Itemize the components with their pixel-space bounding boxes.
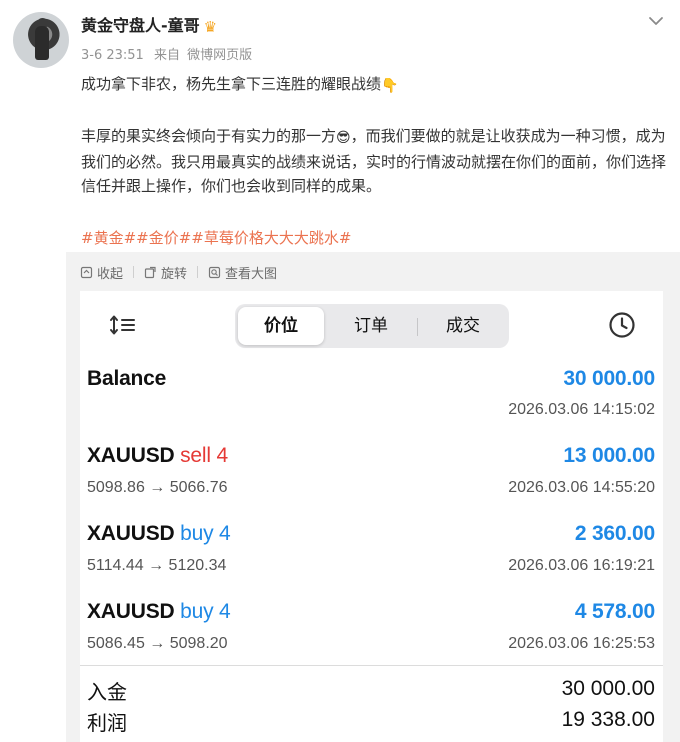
deal-symbol: XAUUSD [87,600,175,623]
author-name-text[interactable]: 黄金守盘人-童哥 [81,16,200,35]
deal-prices: 5098.86 → 5066.76 [87,479,228,496]
hashtag-list: #黄金##金价##草莓价格大大大跳水# [81,227,351,248]
deal-time: 2026.03.06 16:25:53 [508,635,655,652]
deal-profit: 2 360.00 [574,522,655,545]
tab-deals[interactable]: 成交 [419,307,507,345]
deal-row-1-title[interactable]: XAUUSD sell 4 [87,444,228,468]
view-large-label: 查看大图 [225,266,278,282]
deal-profit: 13 000.00 [563,444,655,467]
post-paragraph-2: 丰厚的果实终会倾向于有实力的那一方😎，而我们要做的就是让收获成为一种习惯，成为我… [81,124,669,198]
deal-row-2-title[interactable]: XAUUSD buy 4 [87,522,231,546]
view-large-image-button[interactable]: 查看大图 [208,263,277,282]
sort-icon[interactable] [109,314,137,336]
avatar-figure-body [35,26,49,60]
deal-prices: 5114.44 → 5120.34 [87,557,227,574]
collapse-label: 收起 [97,266,124,282]
deal-side-buy: buy 4 [180,600,231,623]
balance-label: Balance [87,367,167,390]
rotate-image-button[interactable]: 旋转 [144,263,187,282]
deal-symbol: XAUUSD [87,444,175,467]
toolbar-separator [133,266,135,278]
post-line-1-text: 成功拿下非农，杨先生拿下三连胜的耀眼战绩 [81,75,382,93]
balance-time: 2026.03.06 14:15:02 [508,401,655,418]
post-date[interactable]: 3-6 23:51 [81,48,144,63]
tab-orders[interactable]: 订单 [327,307,415,345]
author-name[interactable]: 黄金守盘人-童哥 ♛ [81,12,217,36]
rotate-label: 旋转 [161,266,188,282]
image-toolbar: 收起 旋转 查看大图 [80,262,277,282]
post-meta: 3-6 23:51 来自 微博网页版 [81,44,252,63]
deposit-value: 30 000.00 [561,677,655,700]
toolbar-separator [197,266,199,278]
post-header: 黄金守盘人-童哥 ♛ 3-6 23:51 来自 微博网页版 [0,0,680,70]
sunglasses-emoji-icon: 😎 [336,130,351,146]
clock-icon[interactable] [608,311,636,339]
deal-time: 2026.03.06 14:55:20 [508,479,655,496]
crown-icon: ♛ [203,18,218,36]
avatar[interactable] [13,12,69,68]
deal-side-sell: sell 4 [180,444,228,467]
deal-profit: 4 578.00 [574,600,655,623]
tab-price[interactable]: 价位 [238,307,324,345]
collapse-image-button[interactable]: 收起 [80,263,123,282]
profit-value: 19 338.00 [561,708,655,731]
deal-prices: 5086.45 → 5098.20 [87,635,228,652]
zoom-in-icon [208,266,221,278]
post-line-1: 成功拿下非农，杨先生拿下三连胜的耀眼战绩👇 [81,72,669,98]
rotate-icon [144,266,156,278]
profit-label: 利润 [87,711,127,735]
deposit-label: 入金 [87,680,127,704]
post-source[interactable]: 微博网页版 [187,48,252,63]
more-options-chevron-icon[interactable] [645,10,667,32]
pointing-down-emoji-icon: 👇 [381,78,399,94]
collapse-icon [80,266,93,278]
deal-symbol: XAUUSD [87,522,175,545]
segment-divider [417,318,418,336]
trade-history-screenshot: 价位 订单 成交 Balance 30 000.00 2026.03.06 14… [80,291,663,742]
balance-amount: 30 000.00 [563,367,655,390]
deal-side-buy: buy 4 [180,522,231,545]
deal-time: 2026.03.06 16:19:21 [508,557,655,574]
hashtag-gold-price[interactable]: #金价# [136,229,191,247]
summary-divider [80,665,663,666]
post-paragraph-2-a: 丰厚的果实终会倾向于有实力的那一方 [81,127,337,145]
deal-row-3-title[interactable]: XAUUSD buy 4 [87,600,231,624]
hashtag-gold[interactable]: #黄金# [81,229,136,247]
hashtag-strawberry-price[interactable]: #草莓价格大大大跳水# [191,229,351,247]
segmented-control: 价位 订单 成交 [235,304,509,348]
source-prefix: 来自 [153,48,180,63]
